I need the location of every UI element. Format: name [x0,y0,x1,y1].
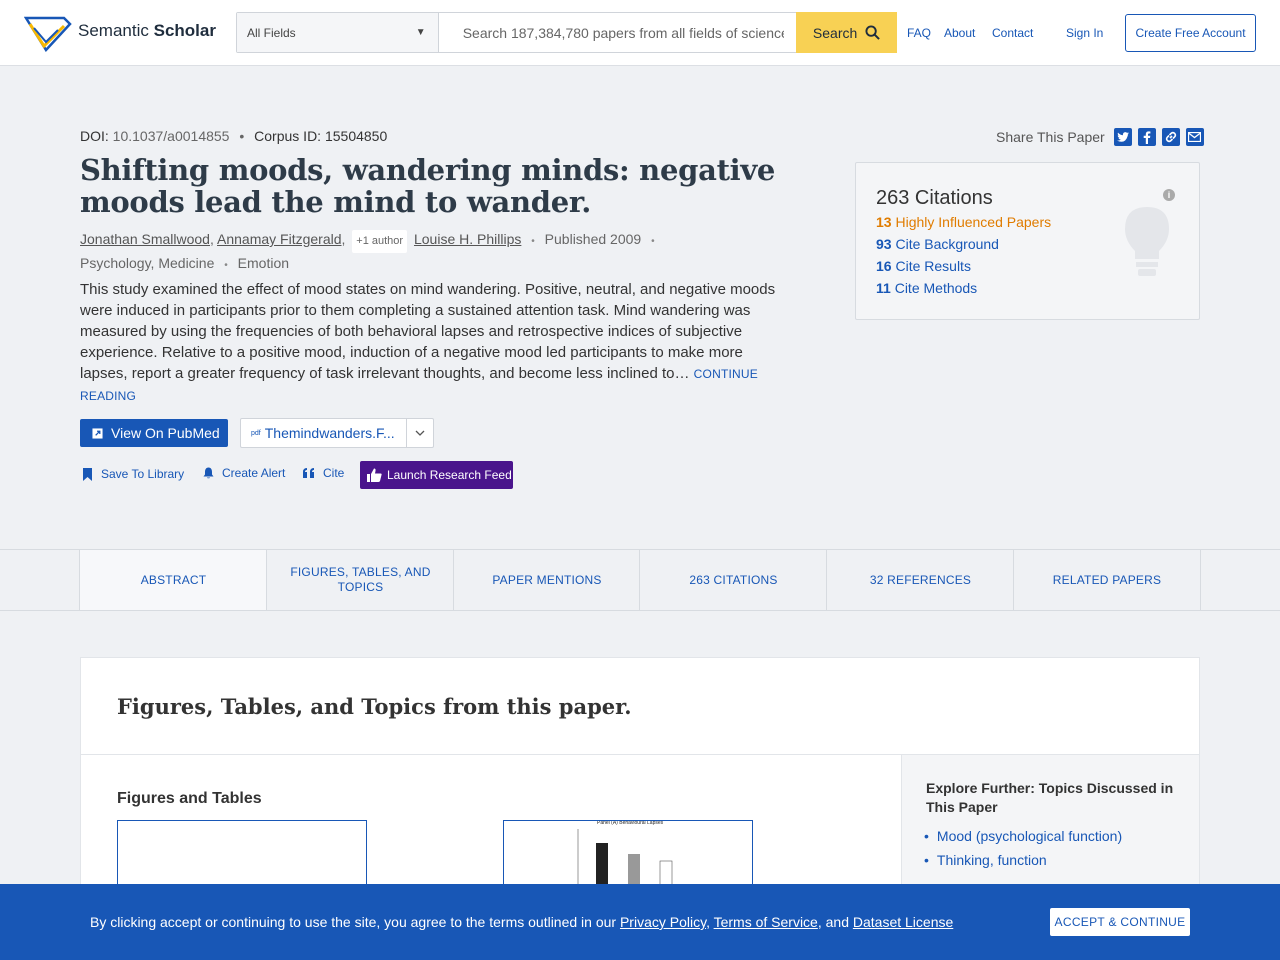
bookmark-icon [83,467,92,481]
dataset-license-link[interactable]: Dataset License [853,914,953,930]
field-select[interactable]: All Fields ▼ [237,13,439,52]
logo-wordmark: Semantic Scholar [78,21,216,40]
twitter-icon[interactable] [1113,128,1132,146]
doi-label: DOI: [80,128,109,144]
search-bar: All Fields ▼ Search [236,12,897,53]
pdf-dropdown-toggle[interactable] [406,419,433,447]
pdf-icon: pdf [251,429,261,437]
cite-background-link[interactable]: 93 Cite Background [876,236,999,252]
info-icon[interactable]: i [1163,189,1175,201]
tab-related-papers[interactable]: Related Papers [1013,550,1201,610]
save-to-library-button[interactable]: Save To Library [82,467,184,481]
create-alert-button[interactable]: Create Alert [203,466,285,480]
cite-results-link[interactable]: 16 Cite Results [876,258,971,274]
bell-icon [203,467,214,479]
topic-link[interactable]: • Thinking, function [924,852,1047,868]
chevron-down-icon: ▼ [415,27,426,38]
paper-topic: Emotion [237,255,290,271]
nav-contact[interactable]: Contact [992,26,1033,40]
separator-dot: • [651,236,655,247]
fields-of-study: Psychology, Medicine [80,255,215,271]
quote-icon [303,468,314,478]
nav-about[interactable]: About [944,26,975,40]
search-icon [865,25,881,40]
separator-dot: • [531,236,535,247]
explore-title: Explore Further: Topics Discussed in Thi… [926,780,1174,815]
author-comma: , [341,231,346,247]
link-icon[interactable] [1161,128,1180,146]
launch-research-feed-button[interactable]: Launch Research Feed [360,461,513,489]
author-list: Jonathan Smallwood, Annamay Fitzgerald, … [80,229,700,276]
facebook-icon[interactable] [1137,128,1156,146]
cite-label: Cite [323,466,345,480]
abstract-body: This study examined the effect of mood s… [80,281,776,382]
share-label: Share This Paper [996,129,1105,145]
citation-count-title: 263 Citations [876,187,993,209]
tab-figures[interactable]: Figures, Tables, and Topics [266,550,454,610]
create-account-button[interactable]: Create Free Account [1125,14,1256,52]
tab-abstract[interactable]: Abstract [79,550,267,610]
more-authors-button[interactable]: +1 author [352,230,408,253]
cookie-banner: By clicking accept or continuing to use … [0,884,1280,960]
abstract-text: This study examined the effect of mood s… [80,279,785,407]
citation-summary: 263 Citations i 13 Highly Influenced Pap… [855,162,1200,320]
cite-methods-link[interactable]: 11 Cite Methods [876,280,977,296]
research-feed-label: Launch Research Feed [387,468,512,482]
author-link[interactable]: Louise H. Phillips [414,231,521,247]
privacy-policy-link[interactable]: Privacy Policy [620,914,706,930]
separator-dot: • [239,128,245,144]
view-on-pubmed-button[interactable]: View On PubMed [80,419,228,447]
pdf-source-name: Themindwanders.F... [264,425,395,441]
alert-label: Create Alert [222,466,286,480]
figure-caption: Panel (A) Behavioural Lapses [597,820,664,826]
terms-of-service-link[interactable]: Terms of Service [714,914,818,930]
field-select-value: All Fields [247,25,296,40]
cookie-text: By clicking accept or continuing to use … [90,914,954,930]
author-link[interactable]: Jonathan Smallwood [80,231,210,247]
publication-date: Published 2009 [544,231,642,247]
search-input[interactable] [438,13,797,52]
pdf-source-button[interactable]: pdf Themindwanders.F... [240,418,434,448]
author-link[interactable]: Annamay Fitzgerald [217,231,342,247]
separator-dot: • [224,260,228,271]
email-icon[interactable] [1185,128,1204,146]
paper-tabs: Abstract Figures, Tables, and Topics Pap… [0,549,1280,611]
search-button-label: Search [812,24,858,41]
logo-icon [24,16,72,52]
corpus-id: 15504850 [324,128,388,144]
tab-paper-mentions[interactable]: Paper Mentions [453,550,640,610]
author-comma: , [209,231,214,247]
share-paper: Share This Paper [996,128,1204,146]
nav-faq[interactable]: FAQ [907,26,931,40]
highly-influenced-link[interactable]: 13 Highly Influenced Papers [876,214,1051,230]
paper-title: Shifting moods, wandering minds: negativ… [80,153,776,219]
doi-link[interactable]: 10.1037/a0014855 [113,128,230,144]
section-title: Figures, Tables, and Topics from this pa… [117,694,632,719]
external-link-icon [92,427,103,439]
save-label: Save To Library [101,467,185,481]
figures-heading: Figures and Tables [117,790,262,807]
cite-button[interactable]: Cite [303,466,344,480]
topic-link[interactable]: • Mood (psychological function) [924,828,1122,844]
semantic-scholar-logo[interactable]: Semantic Scholar [24,14,216,52]
sign-in-link[interactable]: Sign In [1066,26,1103,40]
pdf-source-label: pdf Themindwanders.F... [241,425,406,441]
pubmed-button-label: View On PubMed [111,425,220,441]
bullet: • [924,852,929,868]
tab-citations[interactable]: 263 Citations [639,550,827,610]
search-button[interactable]: Search [796,12,897,53]
lightbulb-icon [1125,207,1169,276]
top-header: Semantic Scholar All Fields ▼ Search FAQ… [0,0,1280,66]
thumbs-up-icon [367,468,382,482]
tab-references[interactable]: 32 References [826,550,1014,610]
paper-identifiers: DOI: 10.1037/a0014855 • Corpus ID: 15504… [80,128,387,144]
bullet: • [924,828,929,844]
corpus-label: Corpus ID: [254,128,322,144]
accept-continue-button[interactable]: Accept & Continue [1050,908,1190,936]
chevron-down-icon [415,430,425,436]
